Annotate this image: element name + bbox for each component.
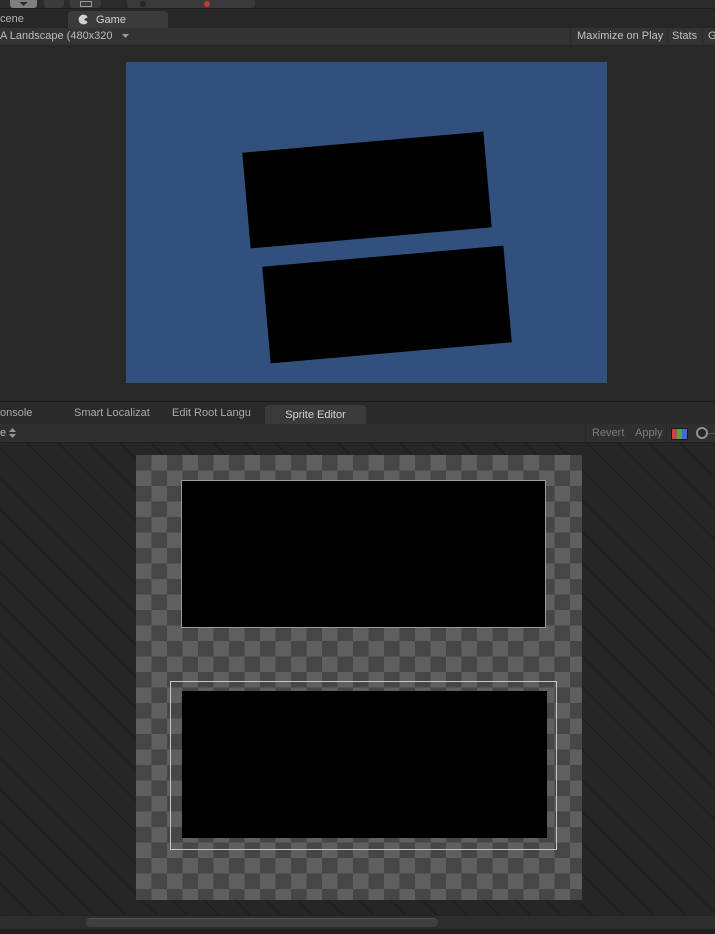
game-toolbar: A Landscape (480x320 Maximize on Play St… xyxy=(0,28,715,46)
zoom-slider-knob-icon[interactable] xyxy=(696,427,708,439)
slice-dropdown[interactable]: e xyxy=(0,427,6,439)
sprite-rect-1[interactable] xyxy=(181,480,546,628)
gizmos-button[interactable]: G xyxy=(708,30,715,42)
texture-checkerboard[interactable] xyxy=(136,455,582,900)
stats-button[interactable]: Stats xyxy=(672,30,697,42)
toolbar-divider xyxy=(702,28,703,45)
unity-pacman-icon xyxy=(78,14,88,25)
rect-tool-icon xyxy=(79,1,92,7)
zoom-slider-track[interactable] xyxy=(708,433,715,434)
horizontal-scrollbar[interactable] xyxy=(0,915,715,929)
popup-arrows-icon xyxy=(9,428,16,438)
tab-smart-localization[interactable]: Smart Localizat xyxy=(74,407,150,419)
rendered-sprite-top xyxy=(242,131,492,249)
rect-tool-button[interactable] xyxy=(70,0,101,8)
rotate-tool-button[interactable] xyxy=(44,0,64,8)
play-controls-group[interactable] xyxy=(127,0,255,8)
sprite-editor-tab-bar: onsole Smart Localizat Edit Root Langu S… xyxy=(0,402,715,424)
toolbar-divider xyxy=(585,424,586,442)
sprite-editor-canvas[interactable] xyxy=(0,443,715,915)
rendered-sprite-bottom xyxy=(262,245,512,364)
tab-sprite-editor[interactable]: Sprite Editor xyxy=(265,405,366,424)
record-dot-icon xyxy=(204,1,210,7)
game-view-area xyxy=(0,46,715,401)
apply-button[interactable]: Apply xyxy=(635,427,663,439)
game-render-frame xyxy=(126,62,607,383)
aspect-ratio-dropdown[interactable]: A Landscape (480x320 xyxy=(0,30,113,42)
move-tool-button[interactable] xyxy=(10,0,37,8)
horizontal-scrollbar-thumb[interactable] xyxy=(86,918,438,927)
toolbar-divider xyxy=(666,424,667,442)
tab-game[interactable]: Game xyxy=(68,11,168,28)
tab-console[interactable]: onsole xyxy=(0,407,32,419)
game-tab-bar: cene Game xyxy=(0,9,715,28)
revert-button[interactable]: Revert xyxy=(592,427,624,439)
maximize-on-play-button[interactable]: Maximize on Play xyxy=(577,30,663,42)
sprite-editor-toolbar: e Revert Apply xyxy=(0,424,715,443)
bottom-edge-strip xyxy=(0,929,715,934)
tab-game-label: Game xyxy=(96,13,126,26)
move-tool-icon xyxy=(19,2,28,6)
tab-edit-root-language[interactable]: Edit Root Langu xyxy=(172,407,251,419)
main-toolbar xyxy=(0,0,715,9)
tab-scene[interactable]: cene xyxy=(0,13,24,25)
chevron-down-icon xyxy=(122,34,129,38)
pause-icon xyxy=(140,1,146,7)
tab-sprite-editor-label: Sprite Editor xyxy=(285,408,346,421)
rgb-channels-icon[interactable] xyxy=(671,428,688,440)
sprite-rect-2[interactable] xyxy=(182,691,547,838)
toolbar-divider xyxy=(570,28,571,45)
toolbar-divider xyxy=(667,28,668,45)
